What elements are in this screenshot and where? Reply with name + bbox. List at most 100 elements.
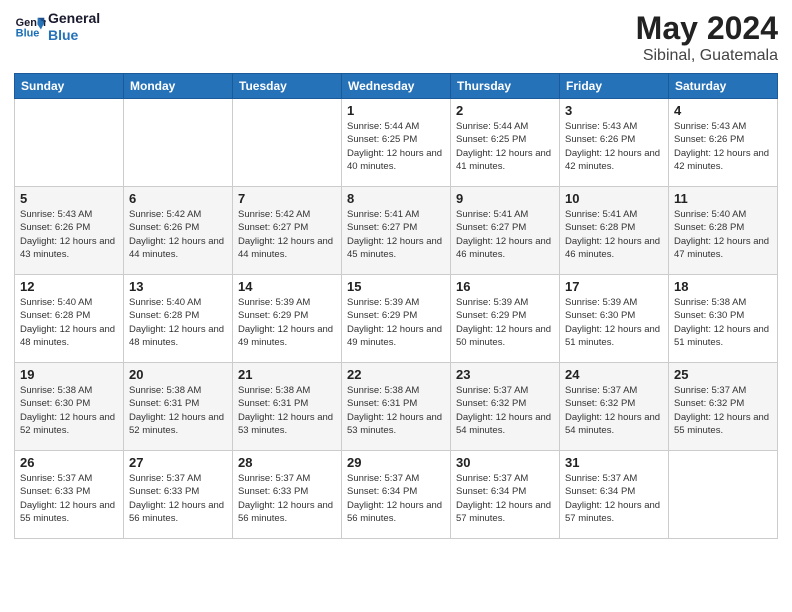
calendar-cell: 30 Sunrise: 5:37 AM Sunset: 6:34 PM Dayli… [451, 451, 560, 539]
calendar-cell: 21 Sunrise: 5:38 AM Sunset: 6:31 PM Dayli… [233, 363, 342, 451]
day-number: 29 [347, 455, 445, 470]
calendar-cell: 5 Sunrise: 5:43 AM Sunset: 6:26 PM Daylig… [15, 187, 124, 275]
day-info: Sunrise: 5:37 AM Sunset: 6:33 PM Dayligh… [238, 472, 336, 525]
day-info: Sunrise: 5:37 AM Sunset: 6:32 PM Dayligh… [674, 384, 772, 437]
calendar-cell: 6Sunrise: 5:42 AM Sunset: 6:26 PM Daylig… [124, 187, 233, 275]
day-info: Sunrise: 5:37 AM Sunset: 6:32 PM Dayligh… [456, 384, 554, 437]
weekday-header-row: SundayMondayTuesdayWednesdayThursdayFrid… [15, 74, 778, 99]
calendar-table: SundayMondayTuesdayWednesdayThursdayFrid… [14, 73, 778, 539]
calendar-cell: 23Sunrise: 5:37 AM Sunset: 6:32 PM Dayli… [451, 363, 560, 451]
calendar-page: General Blue General Blue May 2024 Sibin… [0, 0, 792, 612]
day-number: 18 [674, 279, 772, 294]
calendar-cell: 29 Sunrise: 5:37 AM Sunset: 6:34 PM Dayli… [342, 451, 451, 539]
day-info: Sunrise: 5:37 AM Sunset: 6:34 PM Dayligh… [565, 472, 663, 525]
day-info: Sunrise: 5:43 AM Sunset: 6:26 PM Dayligh… [565, 120, 663, 173]
day-number: 7 [238, 191, 336, 206]
calendar-cell [669, 451, 778, 539]
calendar-week-row: 26 Sunrise: 5:37 AM Sunset: 6:33 PM Dayli… [15, 451, 778, 539]
day-number: 28 [238, 455, 336, 470]
day-info: Sunrise: 5:42 AM Sunset: 6:26 PM Dayligh… [129, 208, 227, 261]
day-info: Sunrise: 5:44 AM Sunset: 6:25 PM Dayligh… [456, 120, 554, 173]
day-info: Sunrise: 5:40 AM Sunset: 6:28 PM Dayligh… [129, 296, 227, 349]
calendar-cell: 19 Sunrise: 5:38 AM Sunset: 6:30 PM Dayli… [15, 363, 124, 451]
day-number: 14 [238, 279, 336, 294]
weekday-header-saturday: Saturday [669, 74, 778, 99]
calendar-week-row: 12 Sunrise: 5:40 AM Sunset: 6:28 PM Dayli… [15, 275, 778, 363]
calendar-cell: 11 Sunrise: 5:40 AM Sunset: 6:28 PM Dayli… [669, 187, 778, 275]
day-number: 4 [674, 103, 772, 118]
day-info: Sunrise: 5:39 AM Sunset: 6:29 PM Dayligh… [238, 296, 336, 349]
day-number: 25 [674, 367, 772, 382]
calendar-cell: 22 Sunrise: 5:38 AM Sunset: 6:31 PM Dayli… [342, 363, 451, 451]
calendar-cell: 1Sunrise: 5:44 AM Sunset: 6:25 PM Daylig… [342, 99, 451, 187]
calendar-body: 1Sunrise: 5:44 AM Sunset: 6:25 PM Daylig… [15, 99, 778, 539]
calendar-week-row: 1Sunrise: 5:44 AM Sunset: 6:25 PM Daylig… [15, 99, 778, 187]
header: General Blue General Blue May 2024 Sibin… [14, 10, 778, 65]
weekday-header-thursday: Thursday [451, 74, 560, 99]
weekday-header-tuesday: Tuesday [233, 74, 342, 99]
day-info: Sunrise: 5:37 AM Sunset: 6:32 PM Dayligh… [565, 384, 663, 437]
day-number: 12 [20, 279, 118, 294]
logo: General Blue General Blue [14, 10, 100, 44]
calendar-cell [15, 99, 124, 187]
day-info: Sunrise: 5:38 AM Sunset: 6:31 PM Dayligh… [238, 384, 336, 437]
calendar-cell: 15Sunrise: 5:39 AM Sunset: 6:29 PM Dayli… [342, 275, 451, 363]
day-number: 19 [20, 367, 118, 382]
day-number: 13 [129, 279, 227, 294]
calendar-week-row: 19 Sunrise: 5:38 AM Sunset: 6:30 PM Dayli… [15, 363, 778, 451]
calendar-cell [233, 99, 342, 187]
day-number: 27 [129, 455, 227, 470]
logo-icon: General Blue [14, 11, 46, 43]
calendar-cell: 24 Sunrise: 5:37 AM Sunset: 6:32 PM Dayli… [560, 363, 669, 451]
calendar-cell: 25 Sunrise: 5:37 AM Sunset: 6:32 PM Dayli… [669, 363, 778, 451]
day-info: Sunrise: 5:38 AM Sunset: 6:31 PM Dayligh… [347, 384, 445, 437]
calendar-cell [124, 99, 233, 187]
calendar-cell: 28 Sunrise: 5:37 AM Sunset: 6:33 PM Dayli… [233, 451, 342, 539]
calendar-cell: 20Sunrise: 5:38 AM Sunset: 6:31 PM Dayli… [124, 363, 233, 451]
day-number: 11 [674, 191, 772, 206]
day-info: Sunrise: 5:37 AM Sunset: 6:34 PM Dayligh… [456, 472, 554, 525]
day-info: Sunrise: 5:37 AM Sunset: 6:33 PM Dayligh… [20, 472, 118, 525]
calendar-week-row: 5 Sunrise: 5:43 AM Sunset: 6:26 PM Daylig… [15, 187, 778, 275]
calendar-cell: 14 Sunrise: 5:39 AM Sunset: 6:29 PM Dayli… [233, 275, 342, 363]
day-number: 16 [456, 279, 554, 294]
weekday-header-wednesday: Wednesday [342, 74, 451, 99]
day-number: 10 [565, 191, 663, 206]
calendar-cell: 31 Sunrise: 5:37 AM Sunset: 6:34 PM Dayli… [560, 451, 669, 539]
weekday-header-sunday: Sunday [15, 74, 124, 99]
day-info: Sunrise: 5:41 AM Sunset: 6:28 PM Dayligh… [565, 208, 663, 261]
day-number: 24 [565, 367, 663, 382]
day-info: Sunrise: 5:41 AM Sunset: 6:27 PM Dayligh… [347, 208, 445, 261]
day-number: 20 [129, 367, 227, 382]
day-number: 26 [20, 455, 118, 470]
day-info: Sunrise: 5:37 AM Sunset: 6:33 PM Dayligh… [129, 472, 227, 525]
day-number: 30 [456, 455, 554, 470]
day-info: Sunrise: 5:43 AM Sunset: 6:26 PM Dayligh… [20, 208, 118, 261]
calendar-cell: 26 Sunrise: 5:37 AM Sunset: 6:33 PM Dayli… [15, 451, 124, 539]
day-info: Sunrise: 5:37 AM Sunset: 6:34 PM Dayligh… [347, 472, 445, 525]
day-number: 2 [456, 103, 554, 118]
day-number: 3 [565, 103, 663, 118]
day-info: Sunrise: 5:40 AM Sunset: 6:28 PM Dayligh… [674, 208, 772, 261]
day-number: 5 [20, 191, 118, 206]
calendar-cell: 9Sunrise: 5:41 AM Sunset: 6:27 PM Daylig… [451, 187, 560, 275]
calendar-cell: 12Sunrise: 5:40 AM Sunset: 6:28 PM Dayli… [15, 275, 124, 363]
calendar-cell: 2 Sunrise: 5:44 AM Sunset: 6:25 PM Daylig… [451, 99, 560, 187]
day-number: 21 [238, 367, 336, 382]
day-info: Sunrise: 5:38 AM Sunset: 6:30 PM Dayligh… [20, 384, 118, 437]
day-number: 17 [565, 279, 663, 294]
logo-wordmark: General Blue [48, 10, 100, 44]
calendar-cell: 13 Sunrise: 5:40 AM Sunset: 6:28 PM Dayli… [124, 275, 233, 363]
day-number: 31 [565, 455, 663, 470]
calendar-cell: 16Sunrise: 5:39 AM Sunset: 6:29 PM Dayli… [451, 275, 560, 363]
logo-line2: Blue [48, 27, 100, 44]
calendar-cell: 4 Sunrise: 5:43 AM Sunset: 6:26 PM Daylig… [669, 99, 778, 187]
day-number: 22 [347, 367, 445, 382]
day-info: Sunrise: 5:44 AM Sunset: 6:25 PM Dayligh… [347, 120, 445, 173]
calendar-title: May 2024 [636, 10, 778, 47]
calendar-cell: 27 Sunrise: 5:37 AM Sunset: 6:33 PM Dayli… [124, 451, 233, 539]
svg-text:Blue: Blue [16, 27, 40, 39]
calendar-cell: 17Sunrise: 5:39 AM Sunset: 6:30 PM Dayli… [560, 275, 669, 363]
day-info: Sunrise: 5:43 AM Sunset: 6:26 PM Dayligh… [674, 120, 772, 173]
calendar-cell: 3 Sunrise: 5:43 AM Sunset: 6:26 PM Daylig… [560, 99, 669, 187]
